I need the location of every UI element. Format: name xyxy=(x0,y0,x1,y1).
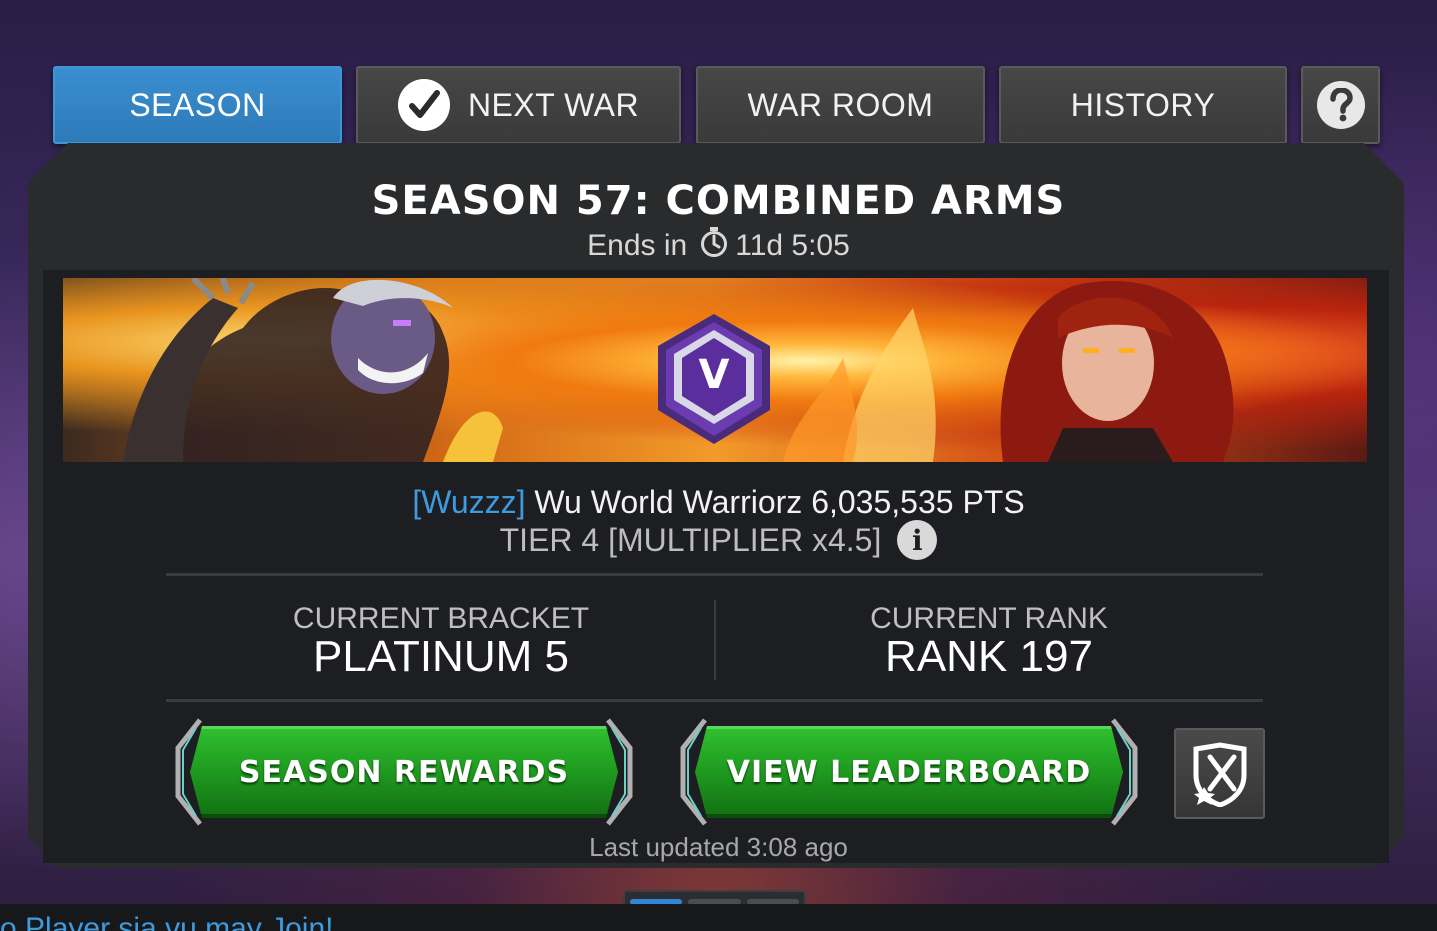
chat-message[interactable]: o Player sia vu may Join! xyxy=(0,912,333,931)
bracket-label: CURRENT BRACKET xyxy=(292,602,590,635)
alliance-points: 6,035,535 PTS xyxy=(811,484,1025,520)
check-icon xyxy=(397,79,450,131)
right-bracket-icon xyxy=(1111,718,1138,826)
war-info-button[interactable] xyxy=(1174,728,1265,819)
season-badge-letter: V xyxy=(699,352,730,398)
rank-value: RANK 197 xyxy=(885,632,1093,681)
right-bracket-icon xyxy=(606,718,633,826)
alliance-tag[interactable]: [Wuzzz] xyxy=(412,484,525,520)
bracket-value: PLATINUM 5 xyxy=(313,632,569,681)
war-shield-icon xyxy=(1193,741,1246,807)
season-rewards-label: SEASON REWARDS xyxy=(238,754,570,790)
help-button[interactable] xyxy=(1301,66,1380,144)
season-title: SEASON 57: COMBINED ARMS xyxy=(371,178,1066,224)
ends-value: 11d 5:05 xyxy=(735,229,850,262)
stopwatch-icon xyxy=(699,226,729,266)
season-badge: V xyxy=(654,312,774,446)
tab-war-room-label: WAR ROOM xyxy=(747,86,934,123)
tier-text: TIER 4 [MULTIPLIER x4.5] xyxy=(499,521,882,558)
view-leaderboard-label: VIEW LEADERBOARD xyxy=(726,754,1092,790)
alliance-summary: [Wuzzz] Wu World Warriorz 6,035,535 PTS xyxy=(0,484,1437,521)
tier-row: TIER 4 [MULTIPLIER x4.5] i xyxy=(0,520,1437,560)
season-rewards-button[interactable]: SEASON REWARDS xyxy=(172,718,636,826)
season-countdown: Ends in 11d 5:05 xyxy=(0,226,1437,266)
tab-history[interactable]: HISTORY xyxy=(999,66,1287,144)
view-leaderboard-button[interactable]: VIEW LEADERBOARD xyxy=(677,718,1141,826)
tab-season[interactable]: SEASON xyxy=(53,66,342,144)
left-bracket-icon xyxy=(175,718,202,826)
info-icon[interactable]: i xyxy=(897,520,938,560)
rank-label: CURRENT RANK xyxy=(870,602,1108,635)
tab-next-war-label: NEXT WAR xyxy=(467,86,640,123)
tab-next-war[interactable]: NEXT WAR xyxy=(356,66,681,144)
left-bracket-icon xyxy=(680,718,707,826)
tab-season-label: SEASON xyxy=(129,86,266,123)
help-icon xyxy=(1316,81,1365,129)
tab-war-room[interactable]: WAR ROOM xyxy=(696,66,985,144)
divider xyxy=(166,699,1263,702)
last-updated: Last updated 3:08 ago xyxy=(589,832,848,862)
divider xyxy=(166,573,1263,576)
tab-history-label: HISTORY xyxy=(1070,86,1216,123)
alliance-name: Wu World Warriorz xyxy=(534,484,803,520)
ends-label: Ends in xyxy=(587,229,688,262)
